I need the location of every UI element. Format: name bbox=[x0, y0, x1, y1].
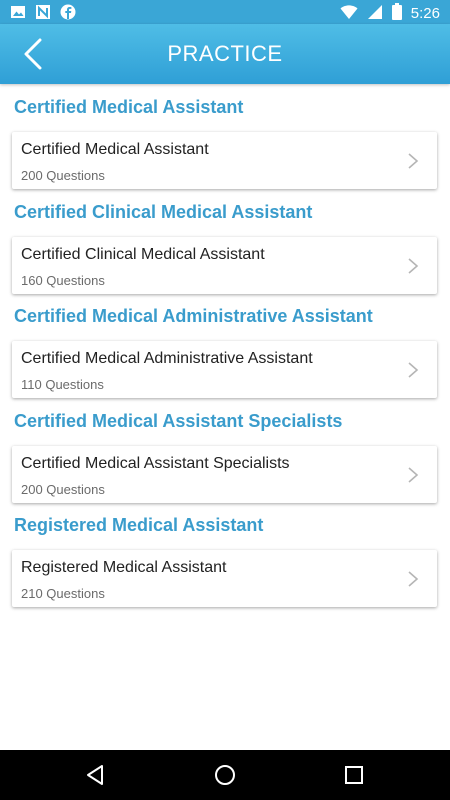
chevron-right-icon bbox=[408, 257, 419, 274]
status-bar: 5:26 bbox=[0, 0, 450, 24]
back-triangle-icon bbox=[87, 765, 103, 785]
card-title: Certified Medical Administrative Assista… bbox=[21, 350, 313, 367]
signal-icon bbox=[367, 4, 383, 25]
list-item-rma[interactable]: Registered Medical Assistant 210 Questio… bbox=[12, 550, 437, 607]
section-heading: Certified Clinical Medical Assistant bbox=[14, 201, 313, 222]
system-nav-bar bbox=[0, 750, 450, 800]
nav-home-button[interactable] bbox=[213, 763, 237, 787]
chevron-right-icon bbox=[408, 153, 419, 169]
status-time: 5:26 bbox=[410, 5, 440, 22]
question-count: 200 Questions bbox=[21, 481, 105, 497]
facebook-icon bbox=[60, 4, 76, 25]
section-rma: Registered Medical Assistant Registered … bbox=[0, 502, 450, 607]
app-header: PRACTICE bbox=[0, 24, 450, 84]
section-heading: Certified Medical Assistant Specialists bbox=[14, 410, 343, 431]
chevron-right-icon bbox=[408, 571, 419, 587]
card-title: Registered Medical Assistant bbox=[21, 559, 227, 576]
practice-list: Certified Medical Assistant Certified Me… bbox=[0, 84, 450, 607]
question-count: 110 Questions bbox=[21, 377, 104, 392]
section-heading: Certified Medical Administrative Assista… bbox=[14, 306, 373, 326]
image-icon bbox=[10, 4, 26, 25]
list-item-cma[interactable]: Certified Medical Assistant 200 Question… bbox=[12, 132, 437, 189]
page-title: PRACTICE bbox=[167, 41, 283, 66]
section-cma: Certified Medical Assistant Certified Me… bbox=[0, 84, 450, 189]
question-count: 160 Questions bbox=[21, 272, 105, 288]
n-notification-icon bbox=[35, 4, 51, 25]
nav-recents-button[interactable] bbox=[342, 763, 366, 787]
section-cmaa: Certified Medical Administrative Assista… bbox=[0, 293, 450, 398]
card-title: Certified Medical Assistant bbox=[21, 141, 209, 158]
recents-square-icon bbox=[345, 766, 363, 784]
list-item-ccma[interactable]: Certified Clinical Medical Assistant 160… bbox=[12, 236, 437, 294]
chevron-right-icon bbox=[408, 466, 419, 483]
section-heading: Certified Medical Assistant bbox=[14, 97, 244, 117]
card-title: Certified Medical Assistant Specialists bbox=[21, 454, 290, 472]
question-count: 200 Questions bbox=[21, 168, 105, 183]
list-item-cmaa[interactable]: Certified Medical Administrative Assista… bbox=[12, 341, 437, 398]
section-heading: Registered Medical Assistant bbox=[14, 515, 264, 535]
section-cmas: Certified Medical Assistant Specialists … bbox=[0, 398, 450, 503]
question-count: 210 Questions bbox=[21, 586, 105, 601]
nav-back-button[interactable] bbox=[84, 763, 108, 787]
section-ccma: Certified Clinical Medical Assistant Cer… bbox=[0, 189, 450, 294]
wifi-icon bbox=[340, 4, 358, 25]
card-title: Certified Clinical Medical Assistant bbox=[21, 245, 265, 263]
chevron-right-icon bbox=[408, 362, 419, 378]
list-item-cmas[interactable]: Certified Medical Assistant Specialists … bbox=[12, 445, 437, 503]
home-circle-icon bbox=[215, 765, 235, 785]
battery-icon bbox=[391, 3, 402, 25]
